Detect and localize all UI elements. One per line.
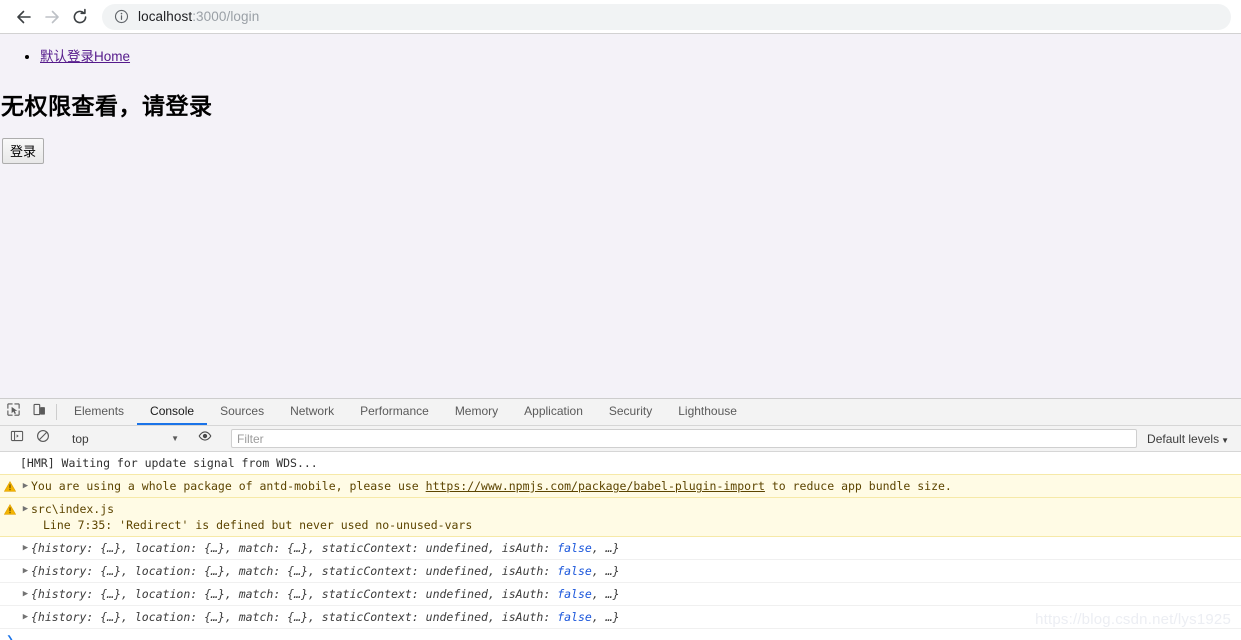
- console-sidebar-icon: [10, 429, 24, 448]
- back-button[interactable]: [10, 3, 38, 31]
- forward-button[interactable]: [38, 3, 66, 31]
- object-suffix: , …}: [591, 564, 620, 578]
- console-toolbar: top ▼ Default levels▼: [0, 426, 1241, 452]
- message-gutter: [0, 501, 20, 515]
- console-message-row[interactable]: [HMR] Waiting for update signal from WDS…: [0, 452, 1241, 475]
- console-object-row[interactable]: ▶ {history: {…}, location: {…}, match: {…: [0, 537, 1241, 560]
- address-bar[interactable]: localhost:3000/login: [102, 3, 1231, 30]
- object-bool-value: false: [557, 564, 592, 578]
- console-filter-input[interactable]: [231, 429, 1138, 448]
- message-text: You are using a whole package of antd-mo…: [31, 478, 1241, 494]
- url-text: localhost:3000/login: [138, 9, 259, 24]
- message-body: src\index.js Line 7:35: 'Redirect' is de…: [31, 501, 472, 533]
- url-host: localhost: [138, 9, 193, 24]
- object-bool-value: false: [557, 610, 592, 624]
- object-suffix: , …}: [591, 541, 620, 555]
- expand-arrow-icon[interactable]: ▶: [20, 478, 31, 494]
- live-expression-button[interactable]: [192, 429, 218, 448]
- expand-arrow-icon-6[interactable]: ▶: [20, 609, 31, 625]
- message-text: src\index.js: [31, 502, 115, 516]
- object-suffix: , …}: [591, 587, 620, 601]
- tab-console[interactable]: Console: [137, 399, 208, 425]
- list-item: 默认登录Home: [40, 48, 1241, 67]
- console-warning-row-2[interactable]: ▶ src\index.js Line 7:35: 'Redirect' is …: [0, 497, 1241, 537]
- expand-arrow-icon-5[interactable]: ▶: [20, 586, 31, 602]
- tab-security[interactable]: Security: [596, 399, 665, 425]
- chevron-down-icon: ▼: [171, 434, 179, 443]
- object-prefix: {history: {…}, location: {…}, match: {…}…: [31, 541, 558, 555]
- tab-elements[interactable]: Elements: [61, 399, 137, 425]
- inspect-element-button[interactable]: [0, 399, 26, 425]
- nav-link-list: 默认登录Home: [0, 34, 1241, 67]
- info-circle-icon[interactable]: [114, 9, 129, 24]
- console-warning-row[interactable]: ▶ You are using a whole package of antd-…: [0, 474, 1241, 498]
- execution-context-select[interactable]: top ▼: [65, 429, 183, 448]
- reload-icon: [70, 7, 90, 27]
- page-title: 无权限查看，请登录: [1, 92, 213, 119]
- live-expression-eye-icon: [198, 429, 212, 448]
- tab-sources[interactable]: Sources: [207, 399, 277, 425]
- chevron-down-icon-2: ▼: [1221, 435, 1229, 445]
- warning-text-after: to reduce app bundle size.: [764, 479, 952, 493]
- object-suffix: , …}: [591, 610, 620, 624]
- expand-arrow-icon-3[interactable]: ▶: [20, 540, 31, 556]
- message-text: {history: {…}, location: {…}, match: {…}…: [31, 563, 1241, 579]
- npm-package-link[interactable]: https://www.npmjs.com/package/babel-plug…: [426, 479, 765, 493]
- tab-application[interactable]: Application: [511, 399, 596, 425]
- url-path: :3000/login: [192, 9, 260, 24]
- message-text: {history: {…}, location: {…}, match: {…}…: [31, 609, 1241, 625]
- devtools-panel: Elements Console Sources Network Perform…: [0, 398, 1241, 640]
- toolbar-divider: [56, 404, 57, 420]
- execution-context-value: top: [72, 431, 89, 446]
- arrow-right-icon: [42, 7, 62, 27]
- reload-button[interactable]: [66, 3, 94, 31]
- home-login-link[interactable]: 默认登录Home: [40, 49, 130, 64]
- log-levels-select[interactable]: Default levels ▼: [1143, 432, 1237, 446]
- devtools-tabbar: Elements Console Sources Network Perform…: [0, 399, 1241, 426]
- clear-console-button[interactable]: [30, 429, 56, 448]
- expand-arrow-icon-2[interactable]: ▶: [20, 501, 31, 517]
- eslint-detail-text: Line 7:35: 'Redirect' is defined but nev…: [43, 518, 473, 532]
- message-gutter: [0, 478, 20, 492]
- warning-triangle-icon-2: [4, 504, 16, 515]
- tab-network[interactable]: Network: [277, 399, 347, 425]
- tab-memory[interactable]: Memory: [442, 399, 511, 425]
- warning-triangle-icon: [4, 481, 16, 492]
- message-text: {history: {…}, location: {…}, match: {…}…: [31, 540, 1241, 556]
- device-toolbar-button[interactable]: [26, 399, 52, 425]
- object-bool-value: false: [557, 587, 592, 601]
- message-text: {history: {…}, location: {…}, match: {…}…: [31, 586, 1241, 602]
- object-bool-value: false: [557, 541, 592, 555]
- warning-text-before: You are using a whole package of antd-mo…: [31, 479, 426, 493]
- clear-console-icon: [36, 429, 50, 448]
- prompt-caret-icon: ❯: [6, 632, 14, 640]
- tab-lighthouse[interactable]: Lighthouse: [665, 399, 750, 425]
- browser-toolbar: localhost:3000/login: [0, 0, 1241, 34]
- console-sidebar-button[interactable]: [4, 429, 30, 448]
- console-object-row-2[interactable]: ▶ {history: {…}, location: {…}, match: {…: [0, 560, 1241, 583]
- arrow-left-icon: [14, 7, 34, 27]
- tab-performance[interactable]: Performance: [347, 399, 442, 425]
- object-prefix: {history: {…}, location: {…}, match: {…}…: [31, 610, 558, 624]
- console-object-row-3[interactable]: ▶ {history: {…}, location: {…}, match: {…: [0, 583, 1241, 606]
- log-levels-label: Default levels: [1147, 431, 1220, 446]
- console-input[interactable]: [20, 631, 1241, 640]
- object-prefix: {history: {…}, location: {…}, match: {…}…: [31, 564, 558, 578]
- inspect-element-icon: [6, 402, 21, 422]
- device-toolbar-icon: [32, 402, 47, 422]
- console-message-list[interactable]: [HMR] Waiting for update signal from WDS…: [0, 452, 1241, 640]
- page-viewport: 默认登录Home 无权限查看，请登录 登录: [0, 34, 1241, 398]
- login-button[interactable]: 登录: [2, 137, 45, 164]
- expand-arrow-icon-4[interactable]: ▶: [20, 563, 31, 579]
- object-prefix: {history: {…}, location: {…}, match: {…}…: [31, 587, 558, 601]
- message-text: [HMR] Waiting for update signal from WDS…: [20, 456, 318, 470]
- console-prompt-row[interactable]: ❯: [0, 629, 1241, 640]
- console-object-row-4[interactable]: ▶ {history: {…}, location: {…}, match: {…: [0, 606, 1241, 629]
